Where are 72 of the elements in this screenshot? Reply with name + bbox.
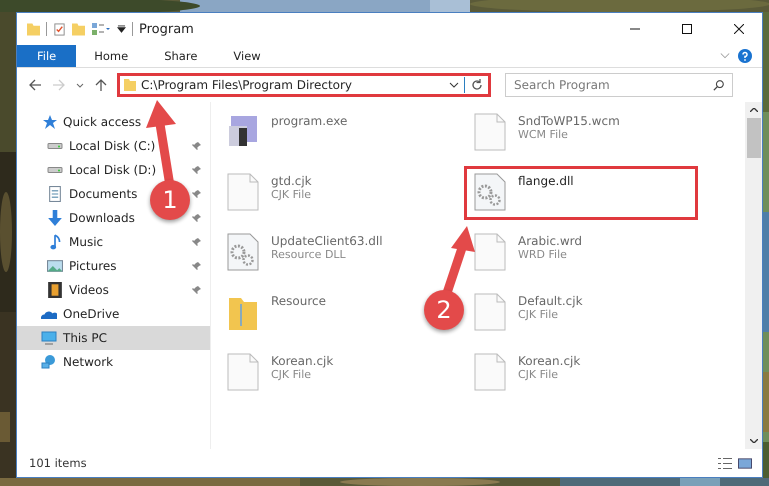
film-icon: [47, 282, 63, 298]
close-icon: [734, 24, 744, 34]
file-name[interactable]: program.exe: [271, 114, 348, 128]
chevron-down-icon[interactable]: [449, 82, 459, 88]
item-count: 101 items: [29, 456, 87, 470]
drive-icon: [47, 167, 63, 173]
scrollbar[interactable]: [745, 102, 762, 449]
maximize-icon: [682, 24, 692, 34]
folder-icon: [124, 79, 136, 91]
file-type: WCM File: [518, 128, 569, 141]
file-name[interactable]: Arabic.wrd: [518, 234, 582, 248]
sidebar-item[interactable]: Local Disk (C:): [69, 139, 156, 153]
star-icon: [41, 114, 57, 130]
window-title: Program: [139, 22, 194, 36]
file-type: Resource DLL: [271, 248, 347, 261]
search-field[interactable]: Search Program: [505, 73, 733, 97]
pin-icon[interactable]: [192, 286, 202, 294]
sidebar-item[interactable]: This PC: [17, 326, 210, 350]
sidebar-item[interactable]: Pictures: [69, 259, 117, 273]
file-name[interactable]: Korean.cjk: [518, 354, 580, 368]
ribbon-tab[interactable]: Share: [146, 45, 216, 67]
ribbon-tab[interactable]: Home: [76, 45, 146, 67]
sidebar-item[interactable]: Documents: [69, 187, 138, 201]
file-type: CJK File: [271, 188, 312, 201]
sidebar-item[interactable]: Network: [17, 350, 210, 374]
details-view-icon[interactable]: [718, 458, 732, 468]
file-type: CJK File: [518, 308, 560, 321]
scroll-thumb[interactable]: [746, 118, 760, 158]
file-name[interactable]: Resource: [271, 294, 326, 308]
large-icons-view-icon[interactable]: [738, 458, 752, 468]
pin-icon[interactable]: [192, 190, 202, 198]
file-type: WRD File: [518, 248, 568, 261]
file-name[interactable]: Korean.cjk: [271, 354, 334, 368]
address-path: C:\Program Files\Program Directory: [141, 78, 354, 92]
pin-icon[interactable]: [192, 142, 202, 150]
file-type: CJK File: [271, 368, 312, 381]
back-arrow-icon[interactable]: [27, 77, 43, 93]
cloud-icon: [41, 310, 57, 318]
ribbon-tab[interactable]: View: [215, 45, 279, 67]
download-arrow-icon: [47, 210, 63, 226]
pin-icon[interactable]: [192, 214, 202, 222]
pin-icon[interactable]: [192, 238, 202, 246]
monitor-icon: [41, 330, 57, 346]
file-type: CJK File: [518, 368, 560, 381]
drive-icon: [47, 143, 63, 149]
picture-frame-icon: [47, 258, 63, 274]
address-bar[interactable]: C:\Program Files\Program Directory: [117, 73, 491, 97]
sidebar-item[interactable]: Videos: [69, 283, 109, 297]
sidebar-item[interactable]: Music: [69, 235, 104, 249]
sidebar-item[interactable]: Local Disk (D:): [69, 163, 156, 177]
document-icon: [47, 186, 63, 202]
file-name[interactable]: gtd.cjk: [271, 174, 312, 188]
properties-icon[interactable]: [53, 22, 66, 36]
file-name[interactable]: flange.dll: [518, 174, 574, 188]
file-name[interactable]: Default.cjk: [518, 294, 583, 308]
ribbon-tab[interactable]: File: [17, 45, 76, 67]
refresh-icon[interactable]: [470, 78, 484, 92]
dropdown-icon[interactable]: [117, 25, 126, 33]
sidebar-item[interactable]: Downloads: [69, 211, 135, 225]
network-icon: [41, 354, 57, 370]
file-name[interactable]: SndToWP15.wcm: [518, 114, 620, 128]
scroll-up-icon[interactable]: [750, 108, 758, 112]
view-icon[interactable]: [91, 22, 111, 36]
sidebar-item[interactable]: Quick access: [17, 110, 210, 134]
scroll-down-icon[interactable]: [750, 439, 758, 443]
pin-icon[interactable]: [192, 262, 202, 270]
up-arrow-icon[interactable]: [93, 77, 109, 93]
sidebar-item[interactable]: OneDrive: [17, 302, 210, 326]
file-name[interactable]: UpdateClient63.dll: [271, 234, 383, 248]
help-icon[interactable]: [738, 49, 752, 63]
pin-icon[interactable]: [192, 166, 202, 174]
search-icon[interactable]: [713, 79, 725, 91]
